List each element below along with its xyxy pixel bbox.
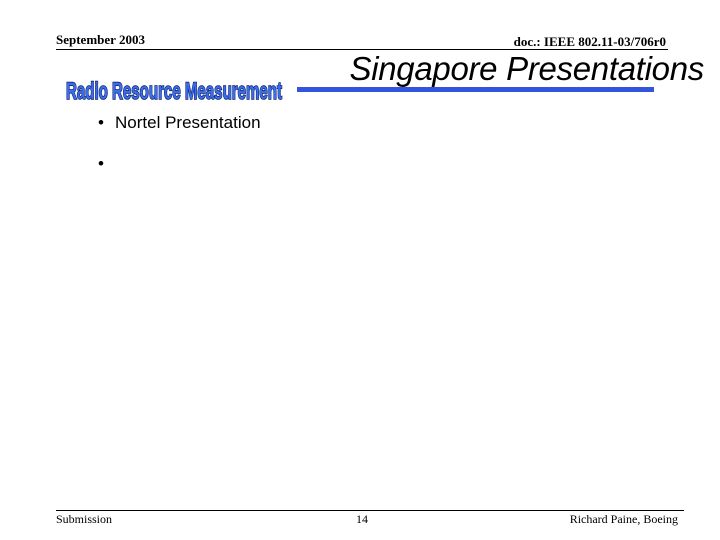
bullet-item: • [98, 153, 261, 175]
footer-divider [56, 510, 684, 511]
bullet-icon: • [98, 154, 104, 173]
radio-resource-measurement-logo: Radio Resource Measurement [65, 77, 283, 104]
footer-submission: Submission [56, 512, 113, 526]
footer-author: Richard Paine, Boeing [569, 512, 678, 526]
bullet-list: • Nortel Presentation • [98, 112, 261, 194]
header-doc-id: doc.: IEEE 802.11-03/706r0 [513, 34, 666, 49]
bullet-text: Nortel Presentation [115, 113, 261, 132]
header-date: September 2003 [56, 32, 145, 47]
bullet-icon: • [98, 113, 104, 132]
slide-title: Singapore Presentations [349, 50, 704, 87]
title-underline [297, 87, 654, 92]
bullet-item: • Nortel Presentation [98, 112, 261, 134]
logo-text: Radio Resource Measurement [66, 78, 282, 104]
page-number: 14 [356, 512, 368, 526]
